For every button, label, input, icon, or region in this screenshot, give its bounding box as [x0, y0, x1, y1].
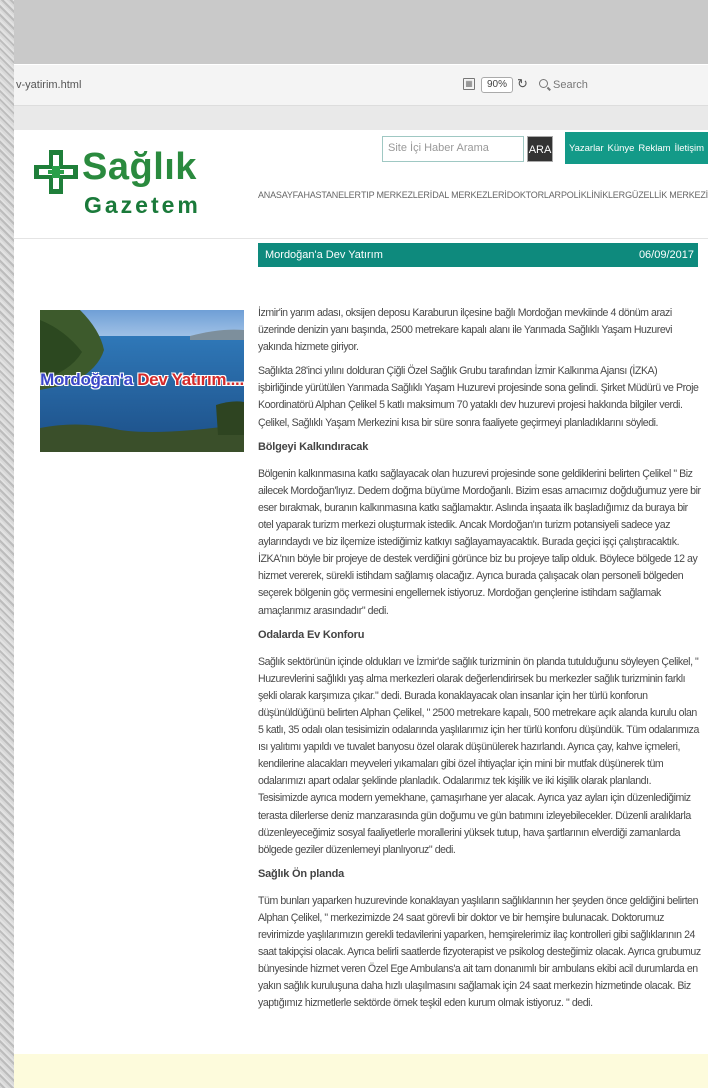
browser-search-placeholder: Search [553, 79, 588, 91]
nav-guzellik-merkezi[interactable]: GÜZELLİK MERKEZİ [625, 190, 708, 200]
nav-hastaneler[interactable]: HASTANELER [303, 190, 361, 200]
article-body: İzmir'in yarım adası, oksijen deposu Kar… [258, 305, 702, 1020]
article-paragraph: Sağlıkta 28'inci yılını dolduran Çiğli Ö… [258, 365, 699, 429]
main-nav: ANASAYFA HASTANELER TIP MERKEZLERİ DAL M… [258, 190, 708, 200]
browser-address-bar[interactable]: v-yatirim.html ▦ 90% ↻ Search [14, 64, 708, 106]
url-text[interactable]: v-yatirim.html [16, 79, 81, 91]
nav-doktorlar[interactable]: DOKTORLAR [507, 190, 561, 200]
left-border-texture [0, 0, 14, 1088]
header-divider [14, 238, 708, 239]
image-caption-part1: Mordoğan'a [40, 370, 133, 389]
search-icon [539, 79, 548, 88]
browser-title-bar [14, 0, 708, 64]
article-image: Mordoğan'a Dev Yatırım.... [40, 310, 244, 452]
search-button[interactable]: ARA [527, 136, 553, 162]
browser-search-field[interactable]: Search [537, 75, 708, 95]
nav-dal-merkezleri[interactable]: DAL MERKEZLERİ [432, 190, 507, 200]
article-title-bar: Mordoğan'a Dev Yatırım 06/09/2017 [258, 243, 698, 267]
zoom-level[interactable]: 90% [481, 77, 514, 93]
nav-anasayfa[interactable]: ANASAYFA [258, 190, 303, 200]
cross-logo-icon [34, 150, 78, 194]
footer-bar [14, 1054, 708, 1088]
site-logo[interactable]: Sağlık Gazetem [32, 146, 198, 226]
reload-icon[interactable]: ↻ [517, 76, 528, 92]
page-gap [14, 106, 708, 130]
site-search-input[interactable]: Site İçi Haber Arama [382, 136, 524, 162]
site-search-placeholder: Site İçi Haber Arama [388, 142, 489, 154]
quick-nav-kunye[interactable]: Künye [608, 143, 635, 154]
quick-nav-iletisim[interactable]: İletişim [674, 143, 704, 154]
nav-poliklinikler[interactable]: POLİKLİNİKLER [561, 190, 625, 200]
article-title: Mordoğan'a Dev Yatırım [265, 249, 383, 261]
image-caption: Mordoğan'a Dev Yatırım.... [40, 370, 244, 390]
section-heading: Bölgeyi Kalkındıracak [258, 440, 369, 453]
reader-view-icon[interactable]: ▦ [463, 78, 475, 90]
article-paragraph: Bölgenin kalkınmasına katkı sağlayacak o… [258, 467, 701, 617]
section-heading: Sağlık Ön planda [258, 867, 345, 880]
logo-text-top: Sağlık [82, 146, 197, 188]
section-heading: Odalarda Ev Konforu [258, 628, 365, 641]
quick-nav-yazarlar[interactable]: Yazarlar [569, 143, 604, 154]
image-caption-part2: Dev Yatırım.... [137, 370, 244, 389]
site-page: Sağlık Gazetem Site İçi Haber Arama ARA … [14, 130, 708, 1054]
article-paragraph: Tüm bunları yaparken huzurevinde konakla… [258, 894, 701, 1010]
article-paragraph: İzmir'in yarım adası, oksijen deposu Kar… [258, 307, 673, 354]
nav-tip-merkezleri[interactable]: TIP MERKEZLERİ [361, 190, 432, 200]
quick-nav-reklam[interactable]: Reklam [638, 143, 670, 154]
logo-text-bottom: Gazetem [84, 192, 201, 218]
article-paragraph: Sağlık sektörünün içinde oldukları ve İz… [258, 655, 699, 856]
quick-nav: Yazarlar Künye Reklam İletişim [565, 132, 708, 164]
article-date: 06/09/2017 [638, 249, 694, 261]
